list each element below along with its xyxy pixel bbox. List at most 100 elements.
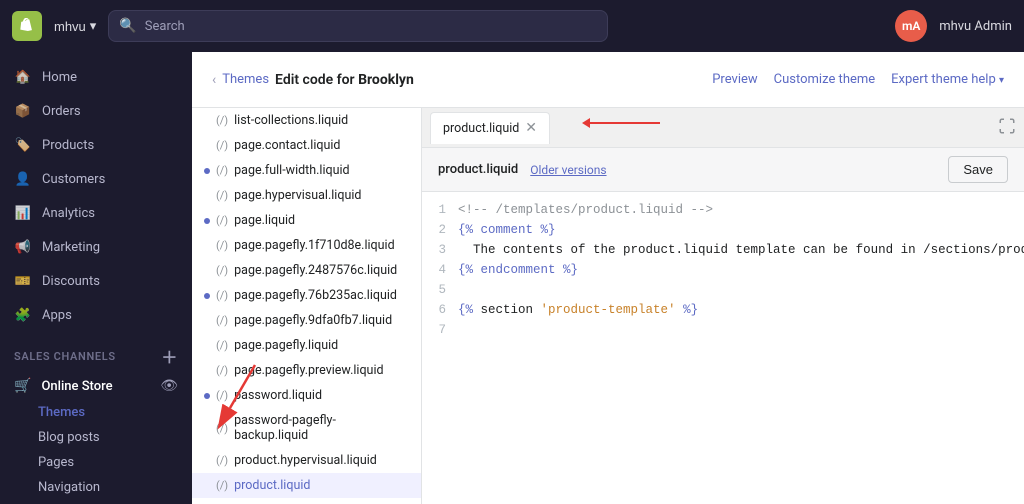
file-item[interactable]: (/) page.pagefly.9dfa0fb7.liquid [192, 308, 421, 333]
liquid-icon: (/) [216, 239, 228, 252]
liquid-icon: (/) [216, 479, 228, 492]
expand-button[interactable] [998, 117, 1016, 139]
file-item[interactable]: (/) page.full-width.liquid [192, 158, 421, 183]
older-versions-link[interactable]: Older versions [530, 163, 606, 177]
line-content: {% comment %} [458, 220, 1024, 240]
page-actions: Preview Customize theme Expert theme hel… [712, 72, 1004, 87]
sidebar-sub-item-blog-posts[interactable]: Blog posts [38, 425, 192, 450]
sub-item-label: Navigation [38, 480, 100, 495]
file-item[interactable]: (/) page.liquid [192, 208, 421, 233]
sidebar-item-label: Products [42, 138, 94, 153]
discounts-icon: 🎫 [14, 272, 32, 290]
preview-link[interactable]: Preview [712, 72, 757, 87]
file-name: page.pagefly.76b235ac.liquid [234, 288, 397, 303]
line-content [458, 320, 1024, 340]
customers-icon: 👤 [14, 170, 32, 188]
close-tab-icon[interactable]: ✕ [525, 121, 537, 135]
file-item[interactable]: (/) page.contact.liquid [192, 133, 421, 158]
sidebar-item-marketing[interactable]: 📢Marketing [0, 230, 192, 264]
code-line: 1<!-- /templates/product.liquid --> [422, 200, 1024, 220]
sidebar-item-apps[interactable]: 🧩Apps [0, 298, 192, 332]
file-item[interactable]: (/) page.pagefly.2487576c.liquid [192, 258, 421, 283]
home-icon: 🏠 [14, 68, 32, 86]
liquid-icon: (/) [216, 422, 228, 435]
editor-panel: product.liquid ✕ product.liquid [422, 108, 1024, 504]
file-item[interactable]: (/) page.pagefly.preview.liquid [192, 358, 421, 383]
file-item[interactable]: (/) page.pagefly.liquid [192, 333, 421, 358]
file-item[interactable]: (/) product.liquid [192, 473, 421, 498]
breadcrumb: ‹ Themes Edit code for Brooklyn [212, 72, 414, 88]
code-editor[interactable]: 1<!-- /templates/product.liquid -->2{% c… [422, 192, 1024, 504]
modified-dot [204, 168, 210, 174]
search-icon: 🔍 [119, 18, 136, 34]
modified-dot [204, 218, 210, 224]
sidebar-sub-item-themes[interactable]: Themes [38, 400, 192, 425]
line-content: <!-- /templates/product.liquid --> [458, 200, 1024, 220]
file-item[interactable]: (/) page.pagefly.76b235ac.liquid [192, 283, 421, 308]
sidebar-item-customers[interactable]: 👤Customers [0, 162, 192, 196]
file-name: product.hypervisual.liquid [234, 453, 377, 468]
sidebar-item-discounts[interactable]: 🎫 Discounts [0, 264, 192, 298]
modified-dot [204, 393, 210, 399]
liquid-icon: (/) [216, 339, 228, 352]
editor-tab-product-liquid[interactable]: product.liquid ✕ [430, 112, 550, 144]
sidebar-sub-item-pages[interactable]: Pages [38, 450, 192, 475]
sidebar-item-home[interactable]: 🏠 Home [0, 60, 192, 94]
code-line: 5 [422, 280, 1024, 300]
file-item[interactable]: (/) password.liquid [192, 383, 421, 408]
sub-item-label: Pages [38, 455, 74, 470]
line-number: 7 [422, 320, 458, 340]
sidebar-item-products[interactable]: 🏷️Products [0, 128, 192, 162]
file-name: list-collections.liquid [234, 113, 348, 128]
expert-help-link[interactable]: Expert theme help ▾ [891, 72, 1004, 87]
liquid-icon: (/) [216, 164, 228, 177]
sidebar-sub-item-navigation[interactable]: Navigation [38, 475, 192, 500]
file-name: page.pagefly.9dfa0fb7.liquid [234, 313, 392, 328]
split-view: (/) list-collections.liquid(/) page.cont… [192, 108, 1024, 504]
file-name: password-pagefly-backup.liquid [234, 413, 409, 443]
sidebar-item-label: Home [42, 70, 77, 85]
add-sales-channel-icon[interactable]: ＋ [161, 344, 178, 368]
online-store-icon: 🛒 [14, 378, 31, 394]
file-name: page.hypervisual.liquid [234, 188, 361, 203]
file-item[interactable]: (/) product.pagefly.1f710d8e.liquid [192, 498, 421, 504]
editor-toolbar: product.liquid Older versions Save [422, 148, 1024, 192]
editor-file-name: product.liquid [438, 162, 518, 177]
line-content: {% endcomment %} [458, 260, 1024, 280]
file-item[interactable]: (/) list-collections.liquid [192, 108, 421, 133]
file-item[interactable]: (/) password-pagefly-backup.liquid [192, 408, 421, 448]
code-line: 3 The contents of the product.liquid tem… [422, 240, 1024, 260]
sidebar-item-orders[interactable]: 📦Orders [0, 94, 192, 128]
file-name: password.liquid [234, 388, 322, 403]
shopify-logo [12, 11, 42, 41]
store-name-button[interactable]: mhvu ▾ [54, 18, 96, 34]
page-header: ‹ Themes Edit code for Brooklyn Preview … [192, 52, 1024, 108]
visibility-icon[interactable]: 👁 [160, 378, 178, 394]
sidebar-sub-item-domains[interactable]: Domains [38, 500, 192, 504]
sidebar-item-analytics[interactable]: 📊Analytics [0, 196, 192, 230]
save-button[interactable]: Save [948, 156, 1008, 183]
avatar: mA [895, 10, 927, 42]
marketing-icon: 📢 [14, 238, 32, 256]
file-item[interactable]: (/) page.pagefly.1f710d8e.liquid [192, 233, 421, 258]
line-number: 5 [422, 280, 458, 300]
sub-item-label: Blog posts [38, 430, 100, 445]
liquid-icon: (/) [216, 389, 228, 402]
back-arrow-icon: ‹ [212, 72, 216, 88]
file-list-panel: (/) list-collections.liquid(/) page.cont… [192, 108, 422, 504]
code-line: 2{% comment %} [422, 220, 1024, 240]
line-content: The contents of the product.liquid templ… [458, 240, 1024, 260]
page-title: Edit code for Brooklyn [275, 72, 414, 88]
search-bar[interactable]: 🔍 Search [108, 10, 608, 42]
customize-theme-link[interactable]: Customize theme [774, 72, 876, 87]
breadcrumb-link[interactable]: Themes [222, 72, 269, 87]
online-store-item[interactable]: 🛒 Online Store 👁 [0, 372, 192, 400]
code-line: 6{% section 'product-template' %} [422, 300, 1024, 320]
file-item[interactable]: (/) product.hypervisual.liquid [192, 448, 421, 473]
modified-dot [204, 293, 210, 299]
search-placeholder: Search [145, 19, 185, 34]
sidebar-item-label: Discounts [42, 274, 100, 289]
line-content: {% section 'product-template' %} [458, 300, 1024, 320]
sales-channels-label: SALES CHANNELS ＋ [0, 332, 192, 372]
file-item[interactable]: (/) page.hypervisual.liquid [192, 183, 421, 208]
